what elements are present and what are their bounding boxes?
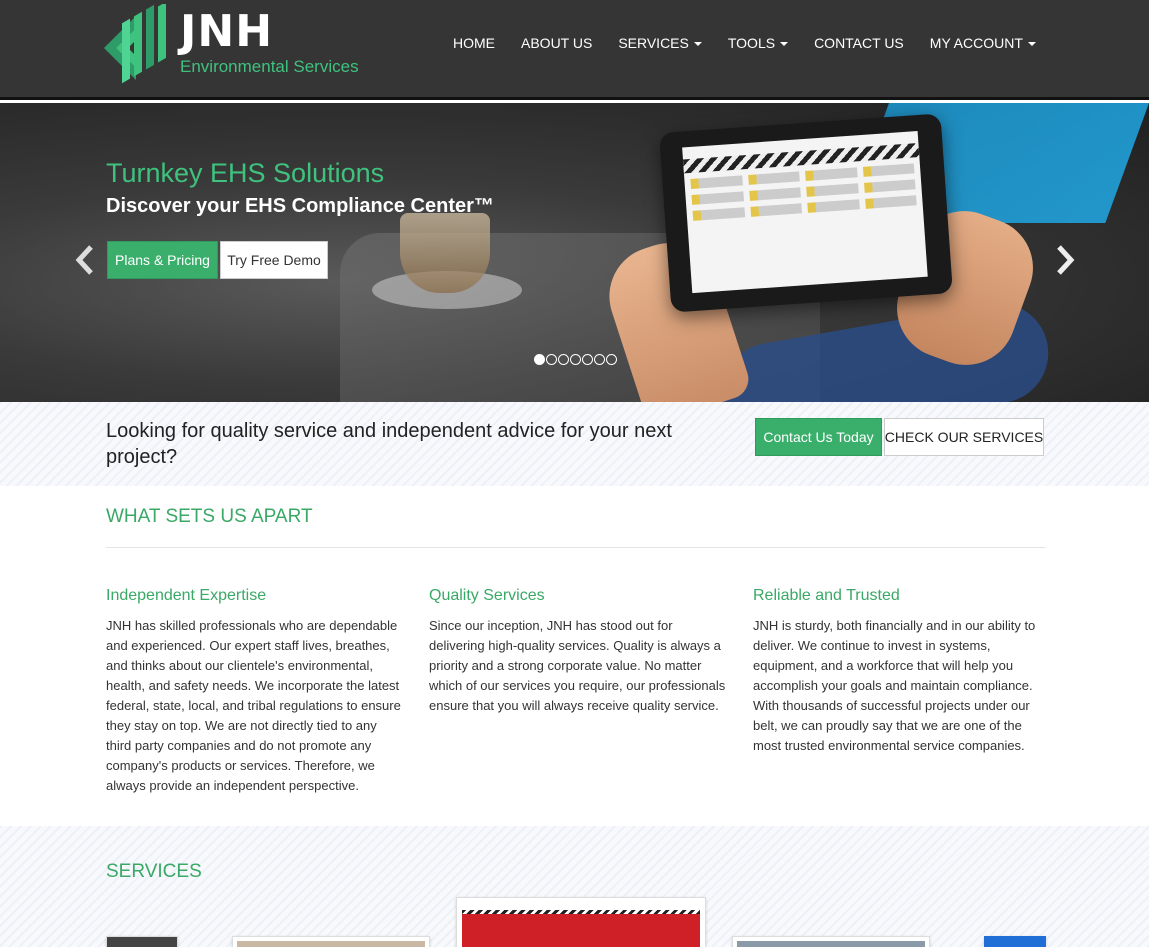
thumbnail-image [737, 941, 925, 947]
section-title-services: SERVICES [106, 861, 202, 882]
feature-column: Independent Expertise JNH has skilled pr… [106, 586, 404, 796]
tablet-cell [805, 167, 858, 181]
carousel-dot[interactable] [606, 354, 617, 365]
feature-body: Since our inception, JNH has stood out f… [429, 617, 726, 713]
service-thumbnail[interactable] [732, 936, 930, 947]
caret-down-icon [693, 41, 702, 46]
carousel-dot[interactable] [546, 354, 557, 365]
feature-column: Reliable and Trusted JNH is sturdy, both… [753, 586, 1051, 756]
carousel-dot[interactable] [570, 354, 581, 365]
site-logo[interactable]: JNH Environmental Services [100, 4, 370, 90]
tablet-cell [690, 175, 743, 189]
hero-carousel: Turnkey EHS Solutions Discover your EHS … [0, 103, 1149, 402]
cta-text: Looking for quality service and independ… [106, 420, 672, 468]
tablet-cell [748, 187, 801, 201]
caret-down-icon [780, 41, 789, 46]
nav-contact-label: CONTACT US [814, 35, 904, 51]
feature-heading: Reliable and Trusted [753, 587, 900, 604]
section-title-apart: WHAT SETS US APART [106, 506, 313, 527]
logo-tagline: Environmental Services [180, 57, 359, 76]
caret-down-icon [1027, 41, 1036, 46]
nav-about-us[interactable]: ABOUT US [508, 34, 605, 52]
tablet-cell [692, 207, 745, 221]
hero-tablet-image [659, 113, 953, 313]
feature-column: Quality Services Since our inception, JN… [429, 586, 727, 716]
nav-about-label: ABOUT US [521, 35, 593, 51]
nav-home-label: HOME [453, 35, 495, 51]
site-header: JNH Environmental Services HOME ABOUT US… [0, 0, 1149, 100]
hero-coffee-cup-image [400, 213, 490, 293]
logo-name: JNH [180, 6, 274, 57]
plans-pricing-button[interactable]: Plans & Pricing [107, 241, 218, 279]
chevron-right-icon [1057, 245, 1075, 275]
check-our-services-button[interactable]: CHECK OUR SERVICES [884, 418, 1044, 456]
carousel-next-button[interactable] [1050, 240, 1080, 280]
tablet-cell [864, 195, 917, 209]
nav-tools-label: TOOLS [727, 35, 776, 51]
service-thumbnail[interactable] [456, 897, 706, 947]
nav-tools[interactable]: TOOLS [715, 34, 801, 52]
section-divider [106, 547, 1045, 548]
cta-band: Looking for quality service and independ… [0, 402, 1149, 486]
carousel-prev-button[interactable] [70, 240, 100, 280]
nav-services-label: SERVICES [618, 35, 689, 51]
tablet-cell [863, 179, 916, 193]
tablet-cell [749, 203, 803, 217]
services-section: SERVICES [0, 826, 1149, 947]
tablet-cell [806, 183, 859, 197]
hero-subtitle: Discover your EHS Compliance Center™ [106, 195, 494, 217]
tablet-screen [682, 131, 928, 294]
tablet-cell [691, 191, 744, 205]
nav-services[interactable]: SERVICES [605, 34, 715, 52]
nav-home[interactable]: HOME [440, 34, 508, 52]
nav-account-label: MY ACCOUNT [929, 35, 1023, 51]
nav-my-account[interactable]: MY ACCOUNT [917, 34, 1049, 52]
feature-heading: Quality Services [429, 587, 545, 604]
thumbnail-image [462, 914, 700, 947]
tablet-cell [747, 171, 800, 185]
feature-body: JNH has skilled professionals who are de… [106, 617, 401, 793]
carousel-dot[interactable] [582, 354, 593, 365]
carousel-dot[interactable] [594, 354, 605, 365]
service-thumbnail[interactable] [984, 936, 1046, 947]
nav-contact-us[interactable]: CONTACT US [801, 34, 917, 52]
feature-body: JNH is sturdy, both financially and in o… [753, 617, 1036, 753]
logo-mark-icon [104, 4, 166, 84]
service-thumbnail[interactable] [232, 936, 430, 947]
tablet-cell [807, 199, 860, 213]
feature-heading: Independent Expertise [106, 587, 267, 604]
tablet-cell [862, 163, 915, 177]
main-nav: HOME ABOUT US SERVICES TOOLS CONTACT US … [440, 34, 1049, 52]
carousel-indicators [534, 354, 617, 365]
hero-title: Turnkey EHS Solutions [106, 158, 385, 188]
try-free-demo-button[interactable]: Try Free Demo [220, 241, 328, 279]
thumbnail-image [237, 941, 425, 947]
carousel-dot[interactable] [534, 354, 545, 365]
chevron-left-icon [75, 245, 93, 275]
service-thumbnail[interactable] [106, 936, 178, 947]
carousel-dot[interactable] [558, 354, 569, 365]
contact-us-today-button[interactable]: Contact Us Today [755, 418, 882, 456]
